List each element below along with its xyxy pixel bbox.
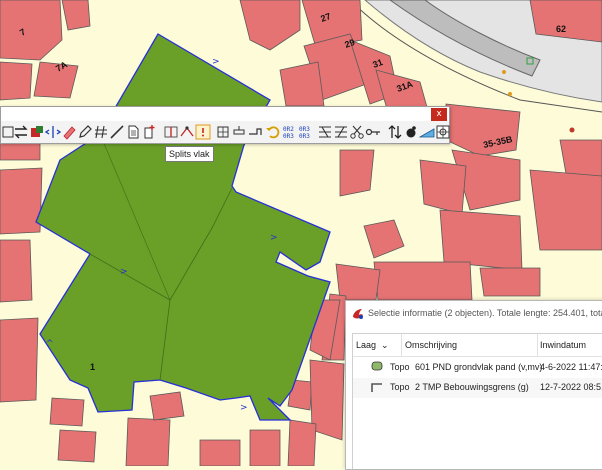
table-row[interactable]: Topo 601 PND grondvlak pand (v,mv) 4-6-2… — [353, 358, 602, 378]
table-header: ⌄ Laag Omschrijving Inwindatum — [353, 334, 602, 357]
grid-filter-icon[interactable] — [333, 124, 349, 140]
row-date: 4-6-2022 11:47:10 — [540, 362, 602, 372]
selection-info-panel: Selectie informatie (2 objecten). Totale… — [345, 300, 602, 470]
binary-b-icon[interactable]: 0R3 0R3 — [299, 124, 315, 140]
tooltip: Splits vlak — [165, 146, 214, 162]
house-number: 1 — [90, 362, 95, 372]
warning-area-icon[interactable] — [195, 124, 211, 140]
house-number: 62 — [556, 24, 566, 34]
svg-text:^: ^ — [46, 339, 54, 349]
row-date: 12-7-2022 08:5... — [540, 382, 602, 392]
svg-text:0R2: 0R2 — [283, 126, 294, 133]
sort-arrows-icon[interactable] — [387, 124, 403, 140]
row-description: 2 TMP Bebouwingsgrens (g) — [415, 382, 529, 392]
row-layer: Topo — [390, 362, 410, 372]
document-icon[interactable] — [125, 124, 141, 140]
svg-text:>: > — [212, 57, 220, 67]
toolbar-close-button[interactable]: x — [431, 108, 447, 121]
panel-title: Selectie informatie (2 objecten). Totale… — [368, 308, 602, 318]
toolbar-tools: 0R2 0R3 0R3 0R3 — [1, 123, 451, 143]
swap-arrows-icon[interactable] — [13, 124, 29, 140]
selection-table: ⌄ Laag Omschrijving Inwindatum Topo 601 … — [352, 333, 602, 469]
grid-edit-icon[interactable] — [317, 124, 333, 140]
cube-icon[interactable] — [29, 124, 45, 140]
rotate-icon[interactable] — [231, 124, 247, 140]
svg-text:>: > — [240, 403, 248, 413]
row-layer: Topo — [390, 382, 410, 392]
column-header-inwindatum[interactable]: Inwindatum — [540, 340, 586, 350]
hand-icon[interactable] — [403, 124, 419, 140]
sort-indicator-icon: ⌄ — [381, 340, 389, 350]
undo-icon[interactable] — [265, 124, 281, 140]
target-icon[interactable] — [435, 124, 451, 140]
column-header-laag[interactable]: Laag — [356, 340, 376, 350]
row-description: 601 PND grondvlak pand (v,mv) — [415, 362, 543, 372]
table-row[interactable]: Topo 2 TMP Bebouwingsgrens (g) 12-7-2022… — [353, 378, 602, 398]
toolbar-titlebar[interactable] — [1, 107, 449, 121]
split-line-icon[interactable] — [179, 124, 195, 140]
area-icon — [371, 361, 383, 371]
key-icon[interactable] — [365, 124, 381, 140]
split-area-icon[interactable] — [163, 124, 179, 140]
svg-text:0R3: 0R3 — [299, 126, 310, 133]
pencil-icon[interactable] — [77, 124, 93, 140]
svg-text:0R3: 0R3 — [283, 133, 294, 140]
split-arrows-icon[interactable] — [45, 124, 61, 140]
add-document-icon[interactable] — [141, 124, 157, 140]
line-icon — [371, 383, 382, 392]
eraser-icon[interactable] — [61, 124, 77, 140]
hash-icon[interactable] — [93, 124, 109, 140]
svg-text:>: > — [270, 233, 278, 243]
measure-icon[interactable] — [419, 124, 435, 140]
scissors-icon[interactable] — [349, 124, 365, 140]
panel-titlebar[interactable]: Selectie informatie (2 objecten). Totale… — [346, 301, 602, 327]
point-grid-icon[interactable] — [215, 124, 231, 140]
edit-toolbar: x 0R2 0R3 0R3 0R3 — [0, 106, 450, 144]
binary-a-icon[interactable]: 0R2 0R3 — [283, 124, 299, 140]
rectangle-icon[interactable] — [247, 124, 263, 140]
svg-text:0R3: 0R3 — [299, 133, 310, 140]
svg-text:>: > — [120, 267, 128, 277]
column-header-omschrijving[interactable]: Omschrijving — [405, 340, 457, 350]
line-icon[interactable] — [109, 124, 125, 140]
app-logo-icon — [353, 309, 363, 319]
